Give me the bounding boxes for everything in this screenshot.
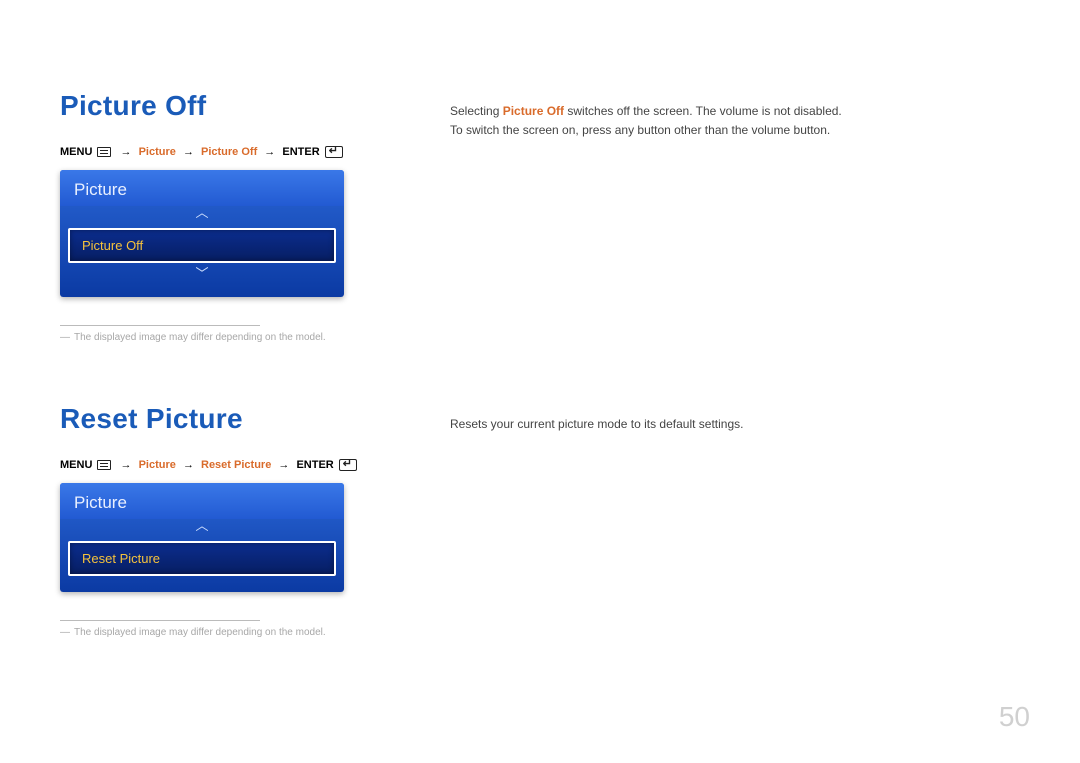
footnote-dash: ―: [60, 332, 70, 343]
arrow-icon: →: [121, 459, 132, 471]
arrow-icon: →: [264, 146, 275, 158]
arrow-icon: →: [183, 459, 194, 471]
arrow-icon: →: [278, 459, 289, 471]
arrow-icon: →: [183, 146, 194, 158]
menu-path: MENU → Picture → Picture Off → ENTER: [60, 146, 390, 158]
chevron-up-icon: ︿: [195, 206, 208, 220]
desc-bold: Picture Off: [503, 104, 564, 118]
footnote-rule: [60, 325, 260, 326]
footnote-text: The displayed image may differ depending…: [74, 627, 326, 638]
footnote-rule: [60, 620, 260, 621]
path-item: Reset Picture: [201, 459, 271, 471]
osd-scroll-down: ﹀: [60, 267, 344, 285]
page-number: 50: [999, 701, 1030, 733]
osd-header: Picture: [60, 483, 344, 519]
menu-icon: [97, 460, 111, 470]
chevron-down-icon: ﹀: [195, 267, 208, 281]
right-column: Resets your current picture mode to its …: [450, 403, 1020, 638]
path-picture: Picture: [139, 459, 176, 471]
footnote: ― The displayed image may differ dependin…: [60, 332, 390, 343]
chevron-up-icon: ︿: [195, 519, 208, 533]
footnote: ― The displayed image may differ dependin…: [60, 627, 390, 638]
enter-label: ENTER: [282, 146, 319, 158]
osd-selected-item: Reset Picture: [68, 541, 336, 576]
section-title: Reset Picture: [60, 403, 390, 435]
menu-label: MENU: [60, 146, 92, 158]
description-line2: To switch the screen on, press any butto…: [450, 121, 1020, 140]
description-line1: Selecting Picture Off switches off the s…: [450, 102, 1020, 121]
section-reset-picture: Reset Picture MENU → Picture → Reset Pic…: [60, 403, 1020, 638]
desc-post: switches off the screen. The volume is n…: [564, 104, 842, 118]
enter-icon: [325, 146, 343, 158]
left-column: Reset Picture MENU → Picture → Reset Pic…: [60, 403, 390, 638]
left-column: Picture Off MENU → Picture → Picture Off…: [60, 90, 390, 343]
arrow-icon: →: [121, 146, 132, 158]
osd-scroll-up: ︿: [60, 206, 344, 224]
menu-path: MENU → Picture → Reset Picture → ENTER: [60, 459, 390, 471]
enter-icon: [339, 459, 357, 471]
section-picture-off: Picture Off MENU → Picture → Picture Off…: [60, 90, 1020, 343]
osd-header: Picture: [60, 170, 344, 206]
description: Resets your current picture mode to its …: [450, 415, 1020, 434]
osd-selected-item: Picture Off: [68, 228, 336, 263]
desc-pre: Selecting: [450, 104, 503, 118]
path-item: Picture Off: [201, 146, 257, 158]
right-column: Selecting Picture Off switches off the s…: [450, 90, 1020, 343]
path-picture: Picture: [139, 146, 176, 158]
osd-scroll-up: ︿: [60, 519, 344, 537]
menu-icon: [97, 147, 111, 157]
footnote-text: The displayed image may differ depending…: [74, 332, 326, 343]
osd-panel: Picture ︿ Picture Off ﹀: [60, 170, 344, 297]
section-title: Picture Off: [60, 90, 390, 122]
osd-panel: Picture ︿ Reset Picture: [60, 483, 344, 592]
menu-label: MENU: [60, 459, 92, 471]
enter-label: ENTER: [296, 459, 333, 471]
footnote-dash: ―: [60, 627, 70, 638]
